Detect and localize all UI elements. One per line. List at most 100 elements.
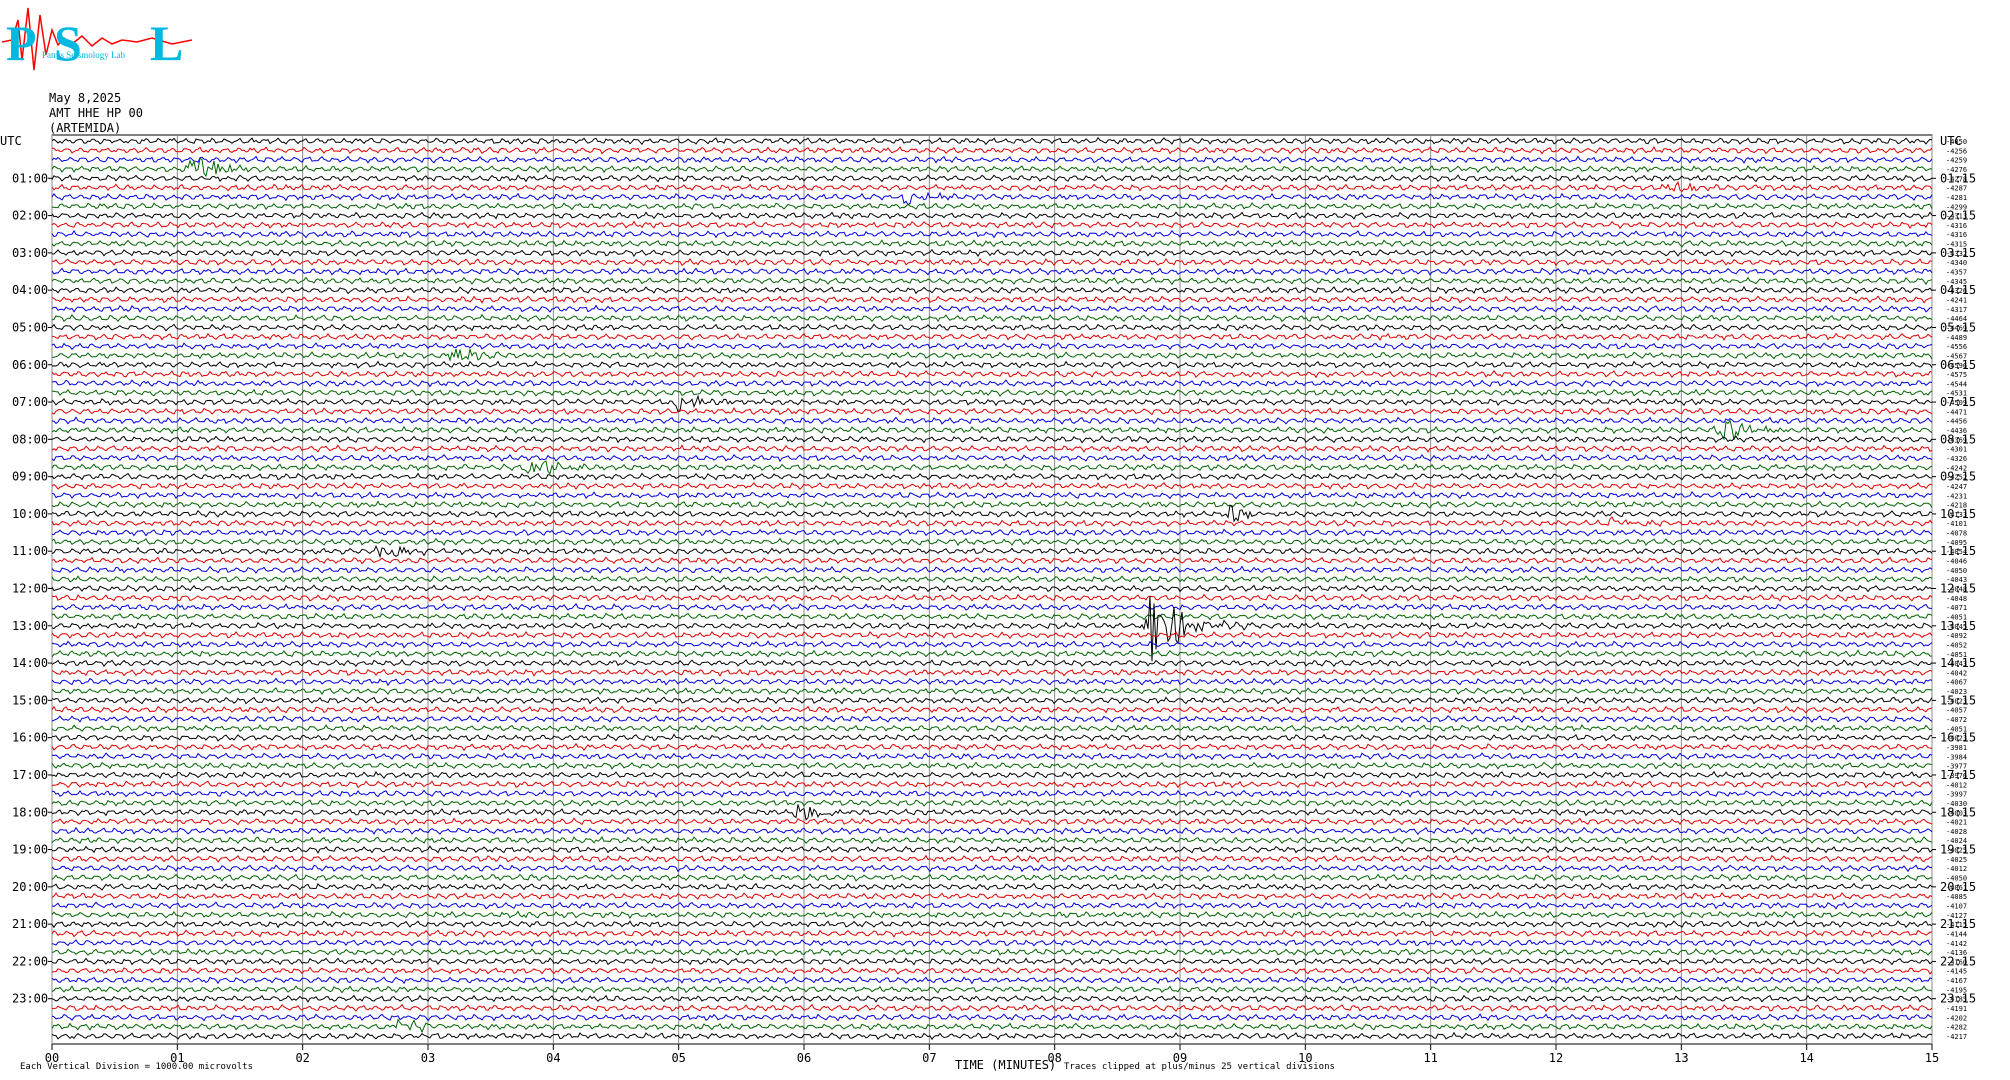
right-hour-label: 18:15 <box>1940 805 1976 819</box>
trace-row <box>51 500 1933 509</box>
trace-row <box>51 181 1933 193</box>
left-hour-label: 19:00 <box>12 843 48 857</box>
row-offset-label: -4057 <box>1946 707 1967 715</box>
trace-row <box>51 248 1933 258</box>
left-hour-label: 07:00 <box>12 395 48 409</box>
trace-row <box>51 347 1933 362</box>
trace-row <box>51 369 1933 379</box>
trace-row <box>51 920 1933 929</box>
row-offset-label: -4241 <box>1946 296 1967 304</box>
left-hour-label: 05:00 <box>12 320 48 334</box>
right-hour-label: 02:15 <box>1940 209 1976 223</box>
right-hour-label: 11:15 <box>1940 544 1976 558</box>
row-offset-label: -4071 <box>1946 604 1967 612</box>
trace-row <box>51 804 1933 821</box>
right-hour-label: 12:15 <box>1940 582 1976 596</box>
right-hour-label: 04:15 <box>1940 283 1976 297</box>
trace-row <box>51 1031 1933 1041</box>
trace-row <box>51 677 1933 687</box>
x-tick-label: 14 <box>1799 1051 1813 1065</box>
row-offset-label: -4301 <box>1946 446 1967 454</box>
x-axis-title: TIME (MINUTES) <box>955 1058 1057 1072</box>
trace-row <box>51 742 1933 752</box>
left-hour-label: 10:00 <box>12 507 48 521</box>
trace-row <box>51 267 1933 276</box>
row-offset-label: -4085 <box>1946 893 1967 901</box>
trace-row <box>51 285 1933 295</box>
row-offset-label: -4281 <box>1946 194 1967 202</box>
right-hour-label: 09:15 <box>1940 470 1976 484</box>
row-offset-label: -4256 <box>1946 147 1967 155</box>
right-hour-label: 14:15 <box>1940 656 1976 670</box>
footer-scale-note: Each Vertical Division = 1000.00 microvo… <box>20 1062 253 1072</box>
x-tick-label: 02 <box>295 1051 309 1065</box>
trace-row <box>51 460 1933 475</box>
row-offset-label: -4544 <box>1946 380 1967 388</box>
row-offset-label: -4052 <box>1946 641 1967 649</box>
row-offset-label: -4556 <box>1946 343 1967 351</box>
row-offset-label: -4489 <box>1946 334 1967 342</box>
trace-row <box>51 394 1933 413</box>
row-offset-label: -4107 <box>1946 902 1967 910</box>
trace-row <box>51 556 1933 565</box>
trace-row <box>51 947 1933 957</box>
trace-row <box>51 191 1933 206</box>
row-offset-label: -4025 <box>1946 856 1967 864</box>
trace-row <box>51 658 1933 668</box>
x-tick-label: 12 <box>1549 1051 1563 1065</box>
row-offset-label: -4042 <box>1946 669 1967 677</box>
row-offset-label: -4317 <box>1946 306 1967 314</box>
row-offset-label: -4316 <box>1946 231 1967 239</box>
trace-row <box>51 854 1933 863</box>
right-hour-label: 22:15 <box>1940 954 1976 968</box>
trace-row <box>51 864 1933 873</box>
x-tick-label: 06 <box>797 1051 811 1065</box>
trace-row <box>51 537 1933 547</box>
trace-row <box>51 323 1933 332</box>
trace-row <box>51 419 1933 441</box>
trace-row <box>51 957 1933 966</box>
trace-row <box>51 229 1933 239</box>
row-offset-label: -4471 <box>1946 408 1967 416</box>
left-hour-label: 16:00 <box>12 731 48 745</box>
x-tick-label: 05 <box>671 1051 685 1065</box>
trace-row <box>51 780 1933 789</box>
trace-row <box>51 817 1933 826</box>
trace-row <box>51 276 1933 286</box>
trace-row <box>51 155 1933 164</box>
trace-row <box>51 603 1932 612</box>
trace-row <box>51 901 1933 910</box>
right-hour-label: 07:15 <box>1940 395 1976 409</box>
trace-row <box>51 360 1933 369</box>
row-offset-label: -4145 <box>1946 968 1967 976</box>
row-offset-label: -4456 <box>1946 418 1967 426</box>
right-hour-label: 23:15 <box>1940 992 1976 1006</box>
right-hour-label: 19:15 <box>1940 843 1976 857</box>
helicorder-plot: 00 01 02 03 04 05 06 07 08 09 10 11 12 13 14 15-4050-42… <box>0 134 1976 1065</box>
trace-row <box>51 472 1933 481</box>
trace-row <box>51 966 1933 975</box>
trace-row <box>51 593 1933 602</box>
x-tick-label: 03 <box>421 1051 435 1065</box>
trace-row <box>51 891 1933 901</box>
trace-row <box>51 640 1933 649</box>
left-hour-label: 01:00 <box>12 171 48 185</box>
footer-clip-note: Traces clipped at plus/minus 25 vertical… <box>1064 1062 1335 1072</box>
row-offset-label: -4326 <box>1946 455 1967 463</box>
x-tick-label: 11 <box>1423 1051 1437 1065</box>
trace-row <box>51 202 1933 211</box>
trace-row <box>51 668 1933 677</box>
trace-row <box>51 1018 1933 1034</box>
trace-row <box>51 845 1933 854</box>
row-offset-label: -4050 <box>1946 567 1967 575</box>
row-offset-label: -4202 <box>1946 1014 1967 1022</box>
left-hour-label: 11:00 <box>12 544 48 558</box>
trace-row <box>51 379 1933 388</box>
trace-row <box>51 528 1933 537</box>
trace-row <box>51 714 1933 724</box>
left-hour-label: 23:00 <box>12 992 48 1006</box>
right-hour-label: 01:15 <box>1940 171 1976 185</box>
trace-row <box>51 332 1933 342</box>
row-offset-label: -4101 <box>1946 520 1967 528</box>
row-offset-label: -4028 <box>1946 828 1967 836</box>
